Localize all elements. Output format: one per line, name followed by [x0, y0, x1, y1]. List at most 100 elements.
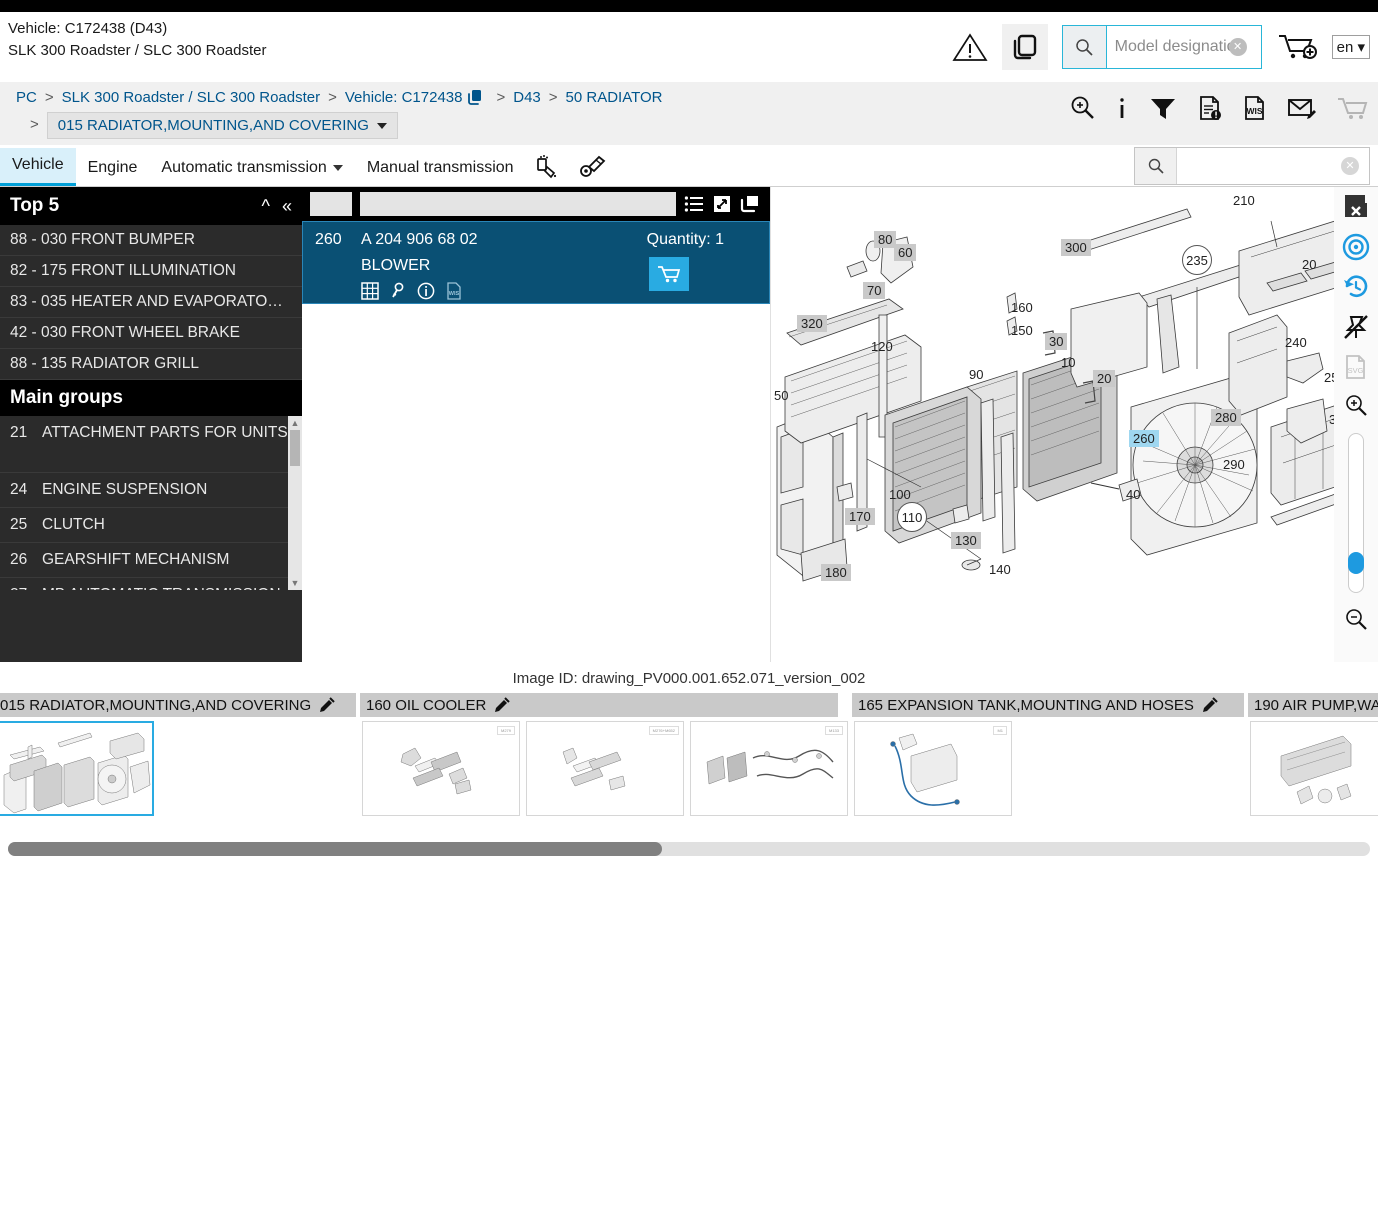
breadcrumb-item-1[interactable]: SLK 300 Roadster / SLC 300 Roadster — [62, 89, 321, 106]
clear-circle-icon[interactable]: ✕ — [1341, 157, 1359, 175]
wis-document-icon[interactable]: WIS — [446, 282, 462, 300]
paint-spray-icon[interactable] — [526, 148, 570, 186]
zoom-in-icon[interactable] — [1343, 393, 1369, 419]
diagram-callout-280[interactable]: 280 — [1211, 409, 1241, 426]
diagram-callout-300[interactable]: 300 — [1061, 239, 1091, 256]
thumb-group-header[interactable]: 165 EXPANSION TANK,MOUNTING AND HOSES — [852, 693, 1244, 717]
clear-circle-icon[interactable]: ✕ — [1228, 38, 1247, 56]
main-groups-scrollbar[interactable]: ▲ ▼ — [288, 416, 302, 590]
cart-add-icon[interactable] — [1276, 30, 1318, 65]
model-search-box[interactable]: ✕ — [1061, 25, 1262, 69]
horizontal-scrollbar-thumb[interactable] — [8, 842, 662, 856]
diagram-callout-320[interactable]: 320 — [797, 315, 827, 332]
diagram-callout-40[interactable]: 40 — [1126, 487, 1140, 502]
tab-automatic-transmission[interactable]: Automatic transmission — [149, 151, 354, 186]
diagram-callout-20-top[interactable]: 20 — [1302, 257, 1316, 272]
thumb-group-header[interactable]: 160 OIL COOLER — [360, 693, 838, 717]
thumbnail-item[interactable]: M279 — [362, 721, 520, 816]
breadcrumb-current-group[interactable]: 015 RADIATOR,MOUNTING,AND COVERING — [46, 112, 398, 139]
diagram-callout-30[interactable]: 30 — [1045, 333, 1068, 350]
exploded-diagram-panel[interactable]: 210 300 235 20 80 60 70 160 150 30 240 3… — [770, 187, 1378, 662]
diagram-callout-120[interactable]: 120 — [871, 339, 893, 354]
scroll-down-arrow[interactable]: ▼ — [291, 576, 300, 590]
expand-icon[interactable] — [713, 195, 731, 213]
top5-item-3[interactable]: 42 - 030 FRONT WHEEL BRAKE — [0, 318, 302, 349]
double-chevron-left-icon[interactable]: « — [282, 196, 292, 217]
breadcrumb-item-4[interactable]: 50 RADIATOR — [566, 89, 663, 106]
copy-icon[interactable] — [466, 88, 484, 106]
info-circle-icon[interactable] — [417, 282, 435, 300]
tab-manual-transmission[interactable]: Manual transmission — [355, 151, 526, 186]
thumb-group-header[interactable]: 015 RADIATOR,MOUNTING,AND COVERING — [0, 693, 356, 717]
diagram-callout-90[interactable]: 90 — [969, 367, 983, 382]
thumbnail-item[interactable]: M1 — [854, 721, 1012, 816]
diagram-callout-70[interactable]: 70 — [863, 282, 886, 299]
main-group-item-24[interactable]: 24 ENGINE SUSPENSION — [0, 473, 302, 508]
scroll-up-arrow[interactable]: ▲ — [291, 416, 300, 430]
diagram-callout-110[interactable]: 110 — [897, 502, 927, 532]
tab-engine[interactable]: Engine — [76, 151, 150, 186]
breadcrumb-item-0[interactable]: PC — [16, 89, 37, 106]
diagram-callout-240[interactable]: 240 — [1285, 335, 1307, 350]
diagram-callout-170[interactable]: 170 — [845, 508, 875, 525]
diagram-callout-160[interactable]: 160 — [1011, 300, 1033, 315]
tab-vehicle[interactable]: Vehicle — [0, 148, 76, 186]
language-selector[interactable]: en ▾ — [1331, 35, 1370, 59]
parts-search-box[interactable]: ✕ — [1134, 147, 1370, 185]
history-undo-icon[interactable] — [1342, 273, 1370, 301]
wis-document-icon[interactable]: WIS — [1242, 94, 1268, 122]
part-row-selected[interactable]: 260 A 204 906 68 02 BLOWER Quantity: 1 W… — [302, 221, 770, 304]
breadcrumb-item-2[interactable]: Vehicle: C172438 — [345, 89, 463, 106]
main-group-item-25[interactable]: 25 CLUTCH — [0, 508, 302, 543]
add-to-cart-icon[interactable] — [649, 257, 689, 291]
top5-item-0[interactable]: 88 - 030 FRONT BUMPER — [0, 225, 302, 256]
magnifier-plus-icon[interactable] — [1068, 94, 1096, 122]
diagram-callout-100[interactable]: 100 — [889, 487, 911, 502]
thumb-group-header[interactable]: 190 AIR PUMP,WATE — [1248, 693, 1378, 717]
diagram-callout-10[interactable]: 10 — [1061, 355, 1075, 370]
engine-tool-icon[interactable] — [570, 148, 616, 186]
top5-item-1[interactable]: 82 - 175 FRONT ILLUMINATION — [0, 256, 302, 287]
copy-documents-icon[interactable] — [1001, 24, 1048, 70]
diagram-callout-140[interactable]: 140 — [989, 562, 1011, 577]
target-focus-icon[interactable] — [1342, 233, 1370, 261]
thumbnail-item[interactable]: M133 — [690, 721, 848, 816]
diagram-callout-290[interactable]: 290 — [1223, 457, 1245, 472]
top5-item-4[interactable]: 88 - 135 RADIATOR GRILL — [0, 349, 302, 380]
close-icon[interactable] — [1341, 193, 1371, 221]
diagram-callout-150[interactable]: 150 — [1011, 323, 1033, 338]
thumbnail-item[interactable] — [1250, 721, 1378, 816]
diagram-callout-210[interactable]: 210 — [1233, 193, 1255, 208]
mail-edit-icon[interactable] — [1286, 94, 1318, 122]
zoom-slider-knob[interactable] — [1348, 552, 1364, 574]
diagram-callout-180[interactable]: 180 — [821, 564, 851, 581]
unpin-icon[interactable] — [1342, 313, 1370, 341]
copy-icon[interactable] — [740, 195, 760, 213]
thumbnail-item[interactable] — [0, 721, 154, 816]
parts-search-input[interactable] — [1177, 148, 1341, 184]
document-alert-icon[interactable] — [1196, 94, 1224, 122]
thumbnail-strip[interactable]: 015 RADIATOR,MOUNTING,AND COVERING 160 O… — [0, 693, 1378, 828]
warning-triangle-icon[interactable] — [952, 32, 988, 62]
diagram-callout-60[interactable]: 60 — [894, 244, 917, 261]
edit-pencil-icon[interactable] — [319, 697, 335, 713]
search-icon[interactable] — [1062, 26, 1107, 68]
list-view-icon[interactable] — [684, 195, 704, 213]
diagram-callout-50[interactable]: 50 — [774, 388, 788, 403]
diagram-callout-130[interactable]: 130 — [951, 532, 981, 549]
top5-item-2[interactable]: 83 - 035 HEATER AND EVAPORATOR H... — [0, 287, 302, 318]
main-group-item-21[interactable]: 21 ATTACHMENT PARTS FOR UNITS — [0, 416, 302, 473]
zoom-slider[interactable] — [1348, 433, 1364, 593]
breadcrumb-item-3[interactable]: D43 — [513, 89, 541, 106]
diagram-callout-260-selected[interactable]: 260 — [1129, 430, 1159, 447]
main-group-item-27[interactable]: 27 MB AUTOMATIC TRANSMISSION — [0, 578, 302, 590]
filter-funnel-icon[interactable] — [1148, 94, 1178, 122]
chevron-up-icon[interactable]: ^ — [262, 196, 270, 217]
key-icon[interactable] — [390, 282, 406, 300]
main-group-item-26[interactable]: 26 GEARSHIFT MECHANISM — [0, 543, 302, 578]
edit-pencil-icon[interactable] — [1202, 697, 1218, 713]
scrollbar-thumb[interactable] — [290, 430, 300, 466]
search-icon[interactable] — [1135, 148, 1177, 184]
edit-pencil-icon[interactable] — [494, 697, 511, 713]
diagram-callout-235[interactable]: 235 — [1182, 245, 1212, 275]
